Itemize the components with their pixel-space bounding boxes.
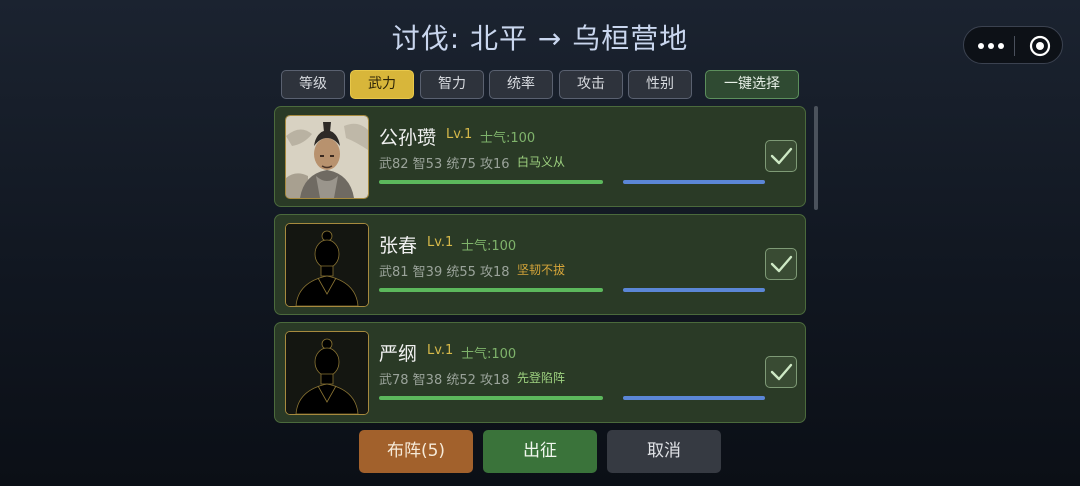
capsule-divider	[1014, 36, 1015, 56]
select-checkbox[interactable]	[765, 140, 797, 172]
general-card[interactable]: 严纲 Lv.1 士气:100 武78 智38 统52 攻18 先登陷阵	[274, 322, 806, 423]
general-skill: 坚韧不拔	[517, 263, 566, 277]
tab-intelligence[interactable]: 智力	[420, 70, 484, 99]
checkmark-icon	[770, 363, 793, 381]
tab-level[interactable]: 等级	[281, 70, 345, 99]
tab-force[interactable]: 武力	[350, 70, 414, 99]
health-bar	[379, 288, 603, 292]
energy-bar	[623, 180, 765, 184]
general-portrait	[285, 115, 369, 199]
health-bar	[379, 180, 603, 184]
depart-button[interactable]: 出征	[483, 430, 597, 473]
general-list: 公孙瓒 Lv.1 士气:100 武82 智53 统75 攻16 白马义从 张春 …	[274, 106, 806, 423]
mini-program-capsule	[963, 26, 1063, 64]
page-title: 讨伐: 北平 → 乌桓营地	[391, 22, 689, 55]
general-card[interactable]: 张春 Lv.1 士气:100 武81 智39 统55 攻18 坚韧不拔	[274, 214, 806, 315]
tab-command[interactable]: 统率	[489, 70, 553, 99]
illustrated-general-portrait	[286, 116, 368, 198]
select-checkbox[interactable]	[765, 248, 797, 280]
select-all-button[interactable]: 一键选择	[705, 70, 799, 99]
energy-bar	[623, 396, 765, 400]
general-level: Lv.1	[427, 235, 454, 250]
silhouette-portrait	[286, 224, 368, 306]
silhouette-portrait	[286, 332, 368, 414]
general-portrait	[285, 223, 369, 307]
general-stats: 武82 智53 统75 攻16	[379, 157, 510, 172]
general-level: Lv.1	[427, 343, 454, 358]
general-stats: 武81 智39 统55 攻18	[379, 265, 510, 280]
general-portrait	[285, 331, 369, 415]
cancel-button[interactable]: 取消	[607, 430, 721, 473]
tab-gender[interactable]: 性别	[628, 70, 692, 99]
list-scrollbar[interactable]	[814, 106, 818, 210]
checkmark-icon	[770, 147, 793, 165]
general-card[interactable]: 公孙瓒 Lv.1 士气:100 武82 智53 统75 攻16 白马义从	[274, 106, 806, 207]
general-morale: 士气:100	[461, 347, 517, 362]
general-skill: 白马义从	[517, 155, 566, 169]
more-dots-icon[interactable]	[978, 35, 1004, 55]
general-stats: 武78 智38 统52 攻18	[379, 373, 510, 388]
formation-button[interactable]: 布阵(5)	[359, 430, 473, 473]
general-name: 公孙瓒	[379, 127, 437, 149]
general-name: 张春	[379, 235, 418, 257]
energy-bar	[623, 288, 765, 292]
tab-attack[interactable]: 攻击	[559, 70, 623, 99]
general-morale: 士气:100	[461, 239, 517, 254]
general-name: 严纲	[379, 343, 418, 365]
target-circle-icon[interactable]	[1029, 35, 1051, 57]
checkmark-icon	[770, 255, 793, 273]
general-morale: 士气:100	[480, 131, 536, 146]
health-bar	[379, 396, 603, 400]
general-level: Lv.1	[446, 127, 473, 142]
general-skill: 先登陷阵	[517, 371, 566, 385]
select-checkbox[interactable]	[765, 356, 797, 388]
